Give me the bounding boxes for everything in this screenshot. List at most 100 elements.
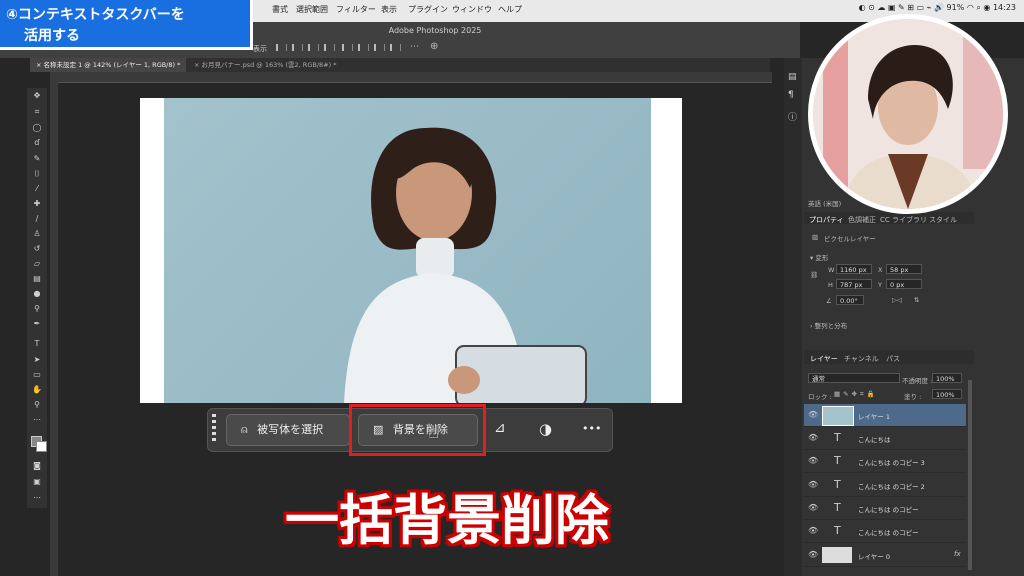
fill-field[interactable]: 100% <box>932 389 962 399</box>
layer-row[interactable]: 👁 T こんにちは のコピー <box>804 497 966 520</box>
transform-icon[interactable]: ⊿ <box>494 420 506 436</box>
crop-tool-icon[interactable]: ⌷ <box>32 170 42 178</box>
move-tool-icon[interactable]: ✥ <box>32 92 42 100</box>
menu-window[interactable]: ウィンドウ <box>452 4 492 15</box>
step-badge: ④コンテキストタスクバーを 活用する <box>0 0 253 50</box>
adjustment-icon[interactable]: ◑ <box>539 420 552 438</box>
distribute-v-icon[interactable] <box>390 44 401 51</box>
quick-select-tool-icon[interactable]: ✎ <box>32 155 42 163</box>
menu-plugins[interactable]: プラグイン <box>408 4 448 15</box>
path-select-tool-icon[interactable]: ➤ <box>32 356 42 364</box>
stamp-tool-icon[interactable]: ♙ <box>32 230 42 238</box>
control-center-icon[interactable]: ◉ <box>983 3 993 12</box>
x-field[interactable]: 58 px <box>886 264 922 274</box>
shape-tool-icon[interactable]: ▭ <box>32 371 42 379</box>
align-bottom-icon[interactable] <box>358 44 369 51</box>
tab-paths[interactable]: パス <box>886 354 900 364</box>
align-top-icon[interactable] <box>324 44 335 51</box>
artboard-tool-icon[interactable]: ⌗ <box>32 108 42 116</box>
eye-icon[interactable]: 👁 <box>808 410 818 419</box>
3d-mode-icon[interactable]: ⊕ <box>430 41 438 52</box>
align-section-header[interactable]: › 整列と分布 <box>810 320 847 330</box>
blur-tool-icon[interactable]: ● <box>32 290 42 298</box>
eye-icon[interactable]: 👁 <box>808 526 818 535</box>
flip-horizontal-icon[interactable]: ▷◁ <box>892 296 902 304</box>
angle-field[interactable]: 0.00° <box>836 295 864 305</box>
lasso-tool-icon[interactable]: ɗ <box>32 139 42 147</box>
screen-mode-icon[interactable]: ▣ <box>32 478 42 486</box>
menu-help[interactable]: ヘルプ <box>498 4 522 15</box>
close-icon[interactable]: × <box>36 61 44 69</box>
eraser-tool-icon[interactable]: ▱ <box>32 260 42 268</box>
taskbar-drag-handle[interactable] <box>212 414 216 444</box>
zoom-tool-icon[interactable]: ⚲ <box>32 401 42 409</box>
status-icons[interactable]: ◐ ⊙ ☁ ▣ ✎ ⊞ ▭ ⌁ 🔊 <box>859 3 947 12</box>
tab-layers[interactable]: レイヤー <box>810 354 838 364</box>
tab-untitled[interactable]: × 名称未設定 1 @ 142% (レイヤー 1, RGB/8) * <box>30 58 187 72</box>
eye-icon[interactable]: 👁 <box>808 550 818 559</box>
character-panel-icon[interactable]: ¶ <box>788 90 794 100</box>
align-center-icon[interactable] <box>292 44 303 51</box>
wifi-icon[interactable]: ◠ <box>967 3 977 12</box>
edit-toolbar-icon[interactable]: ⋯ <box>32 494 42 502</box>
align-left-icon[interactable] <box>276 44 287 51</box>
layer-row[interactable]: 👁 T こんにちは のコピー 2 <box>804 474 966 497</box>
more-options-icon[interactable]: ⋯ <box>410 42 419 52</box>
layer-row[interactable]: 👁 レイヤー 0 fx <box>804 544 966 567</box>
healing-tool-icon[interactable]: ✚ <box>32 200 42 208</box>
eye-icon[interactable]: 👁 <box>808 503 818 512</box>
tab-cc-libraries[interactable]: CC ライブラリ <box>880 215 927 225</box>
more-tools-icon[interactable]: ⋯ <box>32 416 42 424</box>
tab-properties[interactable]: プロパティ <box>809 215 844 225</box>
distribute-icon[interactable] <box>374 44 385 51</box>
gradient-tool-icon[interactable]: ▤ <box>32 275 42 283</box>
pen-tool-icon[interactable]: ✒ <box>32 320 42 328</box>
height-field[interactable]: 787 px <box>836 279 872 289</box>
tab-styles[interactable]: スタイル <box>929 215 957 225</box>
photo-layer[interactable] <box>164 98 651 407</box>
opacity-field[interactable]: 100% <box>932 373 962 383</box>
blend-mode-select[interactable]: 通常 <box>808 373 900 383</box>
tab-moon-banner[interactable]: × お月見バナー.psd @ 163% (雲2, RGB/8#) * <box>188 58 342 72</box>
eyedropper-tool-icon[interactable]: ⁄ <box>32 185 42 193</box>
dodge-tool-icon[interactable]: ⚲ <box>32 305 42 313</box>
select-subject-button[interactable]: ⍝ 被写体を選択 <box>226 414 350 446</box>
history-brush-tool-icon[interactable]: ↺ <box>32 245 42 253</box>
info-panel-icon[interactable]: ⓘ <box>788 110 797 123</box>
history-panel-icon[interactable]: ▤ <box>788 72 797 82</box>
link-icon[interactable]: ⛓ <box>810 271 818 279</box>
close-icon[interactable]: × <box>194 61 202 69</box>
layer-row[interactable]: 👁 T こんにちは のコピー <box>804 520 966 543</box>
tab-adjustments[interactable]: 色調補正 <box>848 215 876 225</box>
font-language[interactable]: 英語 (米国) <box>808 198 841 208</box>
eye-icon[interactable]: 👁 <box>808 480 818 489</box>
transform-header-label: 変形 <box>815 254 829 262</box>
quick-mask-icon[interactable]: ◙ <box>32 462 42 470</box>
align-middle-icon[interactable] <box>342 44 353 51</box>
background-color-swatch[interactable] <box>36 441 47 452</box>
eye-icon[interactable]: 👁 <box>808 433 818 442</box>
layer-row[interactable]: 👁 レイヤー 1 <box>804 404 966 427</box>
menu-filter[interactable]: フィルター <box>336 4 376 15</box>
type-tool-icon[interactable]: T <box>32 340 42 348</box>
layer-row[interactable]: 👁 T こんにちは <box>804 427 966 450</box>
brush-tool-icon[interactable]: ∕ <box>32 215 42 223</box>
width-field[interactable]: 1160 px <box>836 264 872 274</box>
align-right-icon[interactable] <box>308 44 319 51</box>
fx-badge[interactable]: fx <box>954 550 961 558</box>
more-options-button[interactable]: ••• <box>582 422 601 435</box>
transform-header[interactable]: ▾ 変形 <box>810 252 828 262</box>
lock-icons[interactable]: ▦✎✥⌗🔒 <box>834 390 878 399</box>
marquee-tool-icon[interactable]: ◯ <box>32 124 42 132</box>
tab-channels[interactable]: チャンネル <box>844 354 879 364</box>
layer-row[interactable]: 👁 T こんにちは のコピー 3 <box>804 450 966 473</box>
flip-vertical-icon[interactable]: ⇅ <box>914 296 919 304</box>
menu-select[interactable]: 選択範囲 <box>296 4 328 15</box>
layers-scrollbar[interactable] <box>968 380 972 570</box>
show-transform-label[interactable]: 表示 <box>253 44 267 54</box>
menu-format[interactable]: 書式 <box>272 4 288 15</box>
eye-icon[interactable]: 👁 <box>808 456 818 465</box>
hand-tool-icon[interactable]: ✋ <box>32 386 42 394</box>
menu-view[interactable]: 表示 <box>381 4 397 15</box>
y-field[interactable]: 0 px <box>886 279 922 289</box>
